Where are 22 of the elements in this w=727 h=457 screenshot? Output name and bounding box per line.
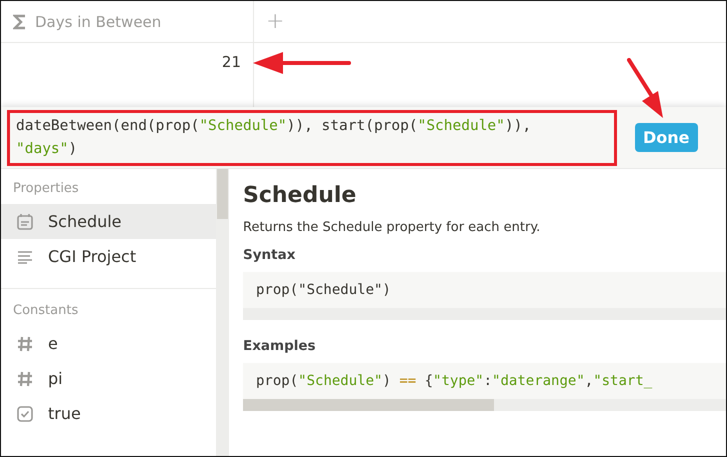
section-title: Constants <box>12 302 80 320</box>
detail-title: Schedule <box>243 183 358 208</box>
section-title: Properties <box>12 180 80 198</box>
scrollbar[interactable] <box>216 169 229 456</box>
table-cell: 21 <box>222 53 241 71</box>
sidebar-item[interactable]: e <box>1 326 216 361</box>
hash-icon <box>16 370 34 388</box>
section-title: Examples <box>243 338 317 354</box>
hash-icon <box>16 334 34 352</box>
checkbox-icon <box>16 404 34 422</box>
sidebar-item[interactable]: pi <box>1 361 216 396</box>
sidebar-item[interactable]: CGI Project <box>1 239 216 274</box>
annotation-arrow <box>627 58 665 120</box>
code-block: prop("Schedule") == {"type":"daterange","start_ <box>243 363 726 411</box>
calendar-icon <box>16 212 34 230</box>
section-title: Syntax <box>243 247 296 263</box>
sidebar-item[interactable]: Schedule <box>1 204 216 239</box>
sidebar-item[interactable]: true <box>1 396 216 431</box>
code-block: prop("Schedule") <box>243 272 726 320</box>
sigma-icon <box>13 14 27 30</box>
detail-description: Returns the Schedule property for each entry. <box>243 220 542 235</box>
formula-input[interactable]: dateBetween(end(prop("Schedule")), start(prop("Schedule")), "days") <box>7 110 617 166</box>
